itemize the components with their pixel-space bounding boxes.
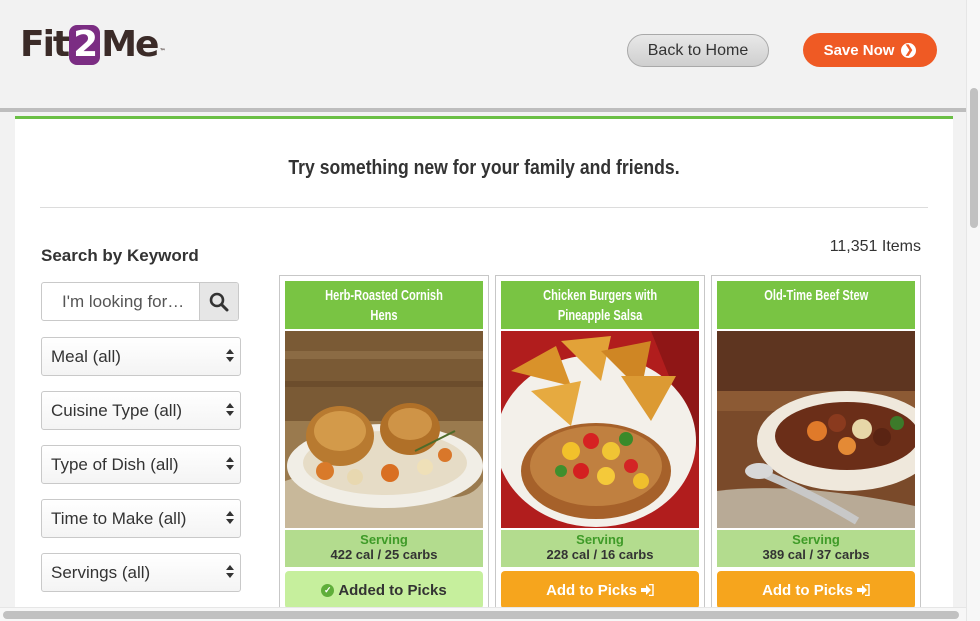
site-header: Fit 2 Me ™ Back to Home Save Now ❯ — [0, 0, 966, 112]
recipe-nutrition: Serving 389 cal / 37 carbs — [717, 530, 915, 567]
sign-in-icon — [856, 584, 870, 596]
type-of-dish-filter-value: Type of Dish (all) — [51, 454, 179, 474]
logo-text-2: 2 — [69, 24, 101, 65]
fit2me-logo[interactable]: Fit 2 Me ™ — [20, 24, 165, 65]
recipe-card[interactable]: Chicken Burgers with Pineapple Salsa Ser… — [495, 275, 705, 621]
recipe-card[interactable]: Old-Time Beef Stew Serving 389 cal / 37 … — [711, 275, 921, 621]
recipe-browser-panel: Try something new for your family and fr… — [15, 116, 953, 621]
added-to-picks-button[interactable]: ✓ Added to Picks — [285, 571, 483, 609]
servings-filter-select[interactable]: Servings (all) — [41, 553, 241, 592]
serving-label: Serving — [360, 532, 408, 547]
item-count: 11,351 Items — [829, 238, 921, 255]
select-arrows-icon — [226, 349, 234, 362]
save-now-button[interactable]: Save Now ❯ — [803, 33, 937, 67]
search-by-keyword-label: Search by Keyword — [41, 246, 199, 265]
add-to-picks-label: Add to Picks — [762, 581, 853, 599]
recipe-photo[interactable] — [501, 331, 699, 528]
recipe-title[interactable]: Old-Time Beef Stew — [717, 281, 915, 329]
vertical-scrollbar-thumb[interactable] — [970, 88, 978, 228]
divider — [40, 207, 928, 208]
servings-filter-value: Servings (all) — [51, 562, 151, 582]
back-to-home-button[interactable]: Back to Home — [627, 34, 769, 67]
recipe-title[interactable]: Herb-Roasted Cornish Henswith Root Veget… — [285, 281, 483, 344]
recipe-title[interactable]: Chicken Burgers with Pineapple Salsa — [501, 281, 699, 329]
save-now-label: Save Now — [823, 41, 895, 59]
type-of-dish-filter-select[interactable]: Type of Dish (all) — [41, 445, 241, 484]
add-to-picks-label: Add to Picks — [546, 581, 637, 599]
chicken-burger-photo — [501, 331, 699, 528]
search-input[interactable] — [42, 283, 201, 320]
recipe-title-line: Pineapple Salsa — [557, 307, 643, 324]
recipe-title-line: Chicken Burgers with — [542, 287, 658, 304]
logo-text-me: Me — [101, 24, 159, 65]
recipe-photo[interactable] — [285, 331, 483, 528]
sign-in-icon — [640, 584, 654, 596]
add-to-picks-button[interactable]: Add to Picks — [501, 571, 699, 609]
meal-filter-value: Meal (all) — [51, 346, 121, 366]
select-arrows-icon — [226, 403, 234, 416]
logo-text-fit: Fit — [20, 24, 70, 65]
vertical-scrollbar[interactable] — [966, 0, 980, 621]
arrow-circle-right-icon: ❯ — [901, 42, 917, 58]
cuisine-type-filter-value: Cuisine Type (all) — [51, 400, 183, 420]
serving-label: Serving — [792, 532, 840, 547]
time-to-make-filter-select[interactable]: Time to Make (all) — [41, 499, 241, 538]
search-icon — [209, 292, 229, 311]
beef-stew-photo — [717, 331, 915, 528]
select-arrows-icon — [226, 511, 234, 524]
page-tagline: Try something new for your family and fr… — [288, 157, 680, 179]
recipe-nutrition: Serving 422 cal / 25 carbs — [285, 530, 483, 567]
select-arrows-icon — [226, 565, 234, 578]
search-box — [41, 282, 239, 321]
back-to-home-label: Back to Home — [647, 41, 749, 59]
search-button[interactable] — [199, 283, 238, 320]
check-circle-icon: ✓ — [321, 583, 335, 597]
logo-trademark: ™ — [159, 48, 166, 55]
recipe-title-line: Herb-Roasted Cornish Hens — [325, 287, 443, 324]
cornish-hens-photo — [285, 331, 483, 528]
horizontal-scrollbar[interactable] — [0, 607, 966, 621]
recipe-title-line: Old-Time Beef Stew — [764, 287, 868, 304]
cuisine-type-filter-select[interactable]: Cuisine Type (all) — [41, 391, 241, 430]
select-arrows-icon — [226, 457, 234, 470]
recipe-photo[interactable] — [717, 331, 915, 528]
added-to-picks-label: Added to Picks — [338, 581, 447, 599]
time-to-make-filter-value: Time to Make (all) — [51, 508, 187, 528]
horizontal-scrollbar-thumb[interactable] — [3, 611, 959, 619]
nutrition-value: 422 cal / 25 carbs — [330, 547, 438, 562]
recipe-nutrition: Serving 228 cal / 16 carbs — [501, 530, 699, 567]
nutrition-value: 389 cal / 37 carbs — [762, 547, 870, 562]
recipe-card[interactable]: Herb-Roasted Cornish Henswith Root Veget… — [279, 275, 489, 621]
add-to-picks-button[interactable]: Add to Picks — [717, 571, 915, 609]
nutrition-value: 228 cal / 16 carbs — [546, 547, 654, 562]
meal-filter-select[interactable]: Meal (all) — [41, 337, 241, 376]
serving-label: Serving — [576, 532, 624, 547]
